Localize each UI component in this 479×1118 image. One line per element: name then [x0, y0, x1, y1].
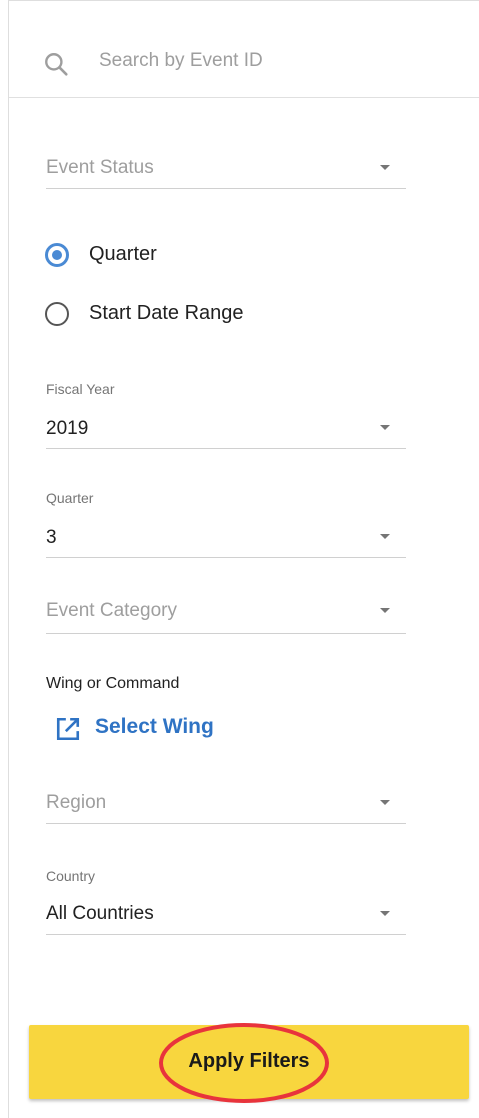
fiscal-year-value: 2019: [46, 418, 89, 439]
event-category-placeholder: Event Category: [46, 600, 177, 621]
chevron-down-icon: [380, 608, 390, 613]
quarter-label: Quarter: [46, 490, 94, 506]
quarter-select[interactable]: 3: [46, 514, 406, 558]
radio-unchecked-icon: [45, 302, 69, 326]
quarter-value: 3: [46, 527, 57, 548]
radio-checked-icon: [45, 243, 69, 267]
chevron-down-icon: [380, 911, 390, 916]
external-link-icon: [56, 717, 80, 741]
wing-or-command-label: Wing or Command: [46, 675, 180, 692]
search-bar: [9, 1, 479, 98]
apply-filters-label: Apply Filters: [188, 1050, 310, 1072]
fiscal-year-select[interactable]: 2019: [46, 405, 406, 449]
chevron-down-icon: [380, 425, 390, 430]
select-wing-label: Select Wing: [95, 715, 214, 738]
country-label: Country: [46, 868, 96, 884]
chevron-down-icon: [380, 800, 390, 805]
chevron-down-icon: [380, 165, 390, 170]
region-placeholder: Region: [46, 792, 107, 813]
search-input[interactable]: [99, 45, 429, 77]
country-value: All Countries: [46, 903, 154, 924]
radio-start-date-range-label: Start Date Range: [89, 302, 244, 324]
chevron-down-icon: [380, 534, 390, 539]
apply-filters-button[interactable]: Apply Filters: [29, 1025, 469, 1099]
event-category-select[interactable]: Event Category: [46, 588, 406, 634]
search-icon: [45, 53, 68, 76]
fiscal-year-label: Fiscal Year: [46, 381, 115, 397]
country-select[interactable]: All Countries: [46, 892, 406, 935]
event-status-select[interactable]: Event Status: [46, 145, 406, 189]
event-status-placeholder: Event Status: [46, 157, 154, 178]
filter-panel: Event Status Quarter Start Date Range Fi…: [8, 0, 479, 1118]
radio-quarter-label: Quarter: [89, 243, 157, 265]
region-select[interactable]: Region: [46, 780, 406, 824]
